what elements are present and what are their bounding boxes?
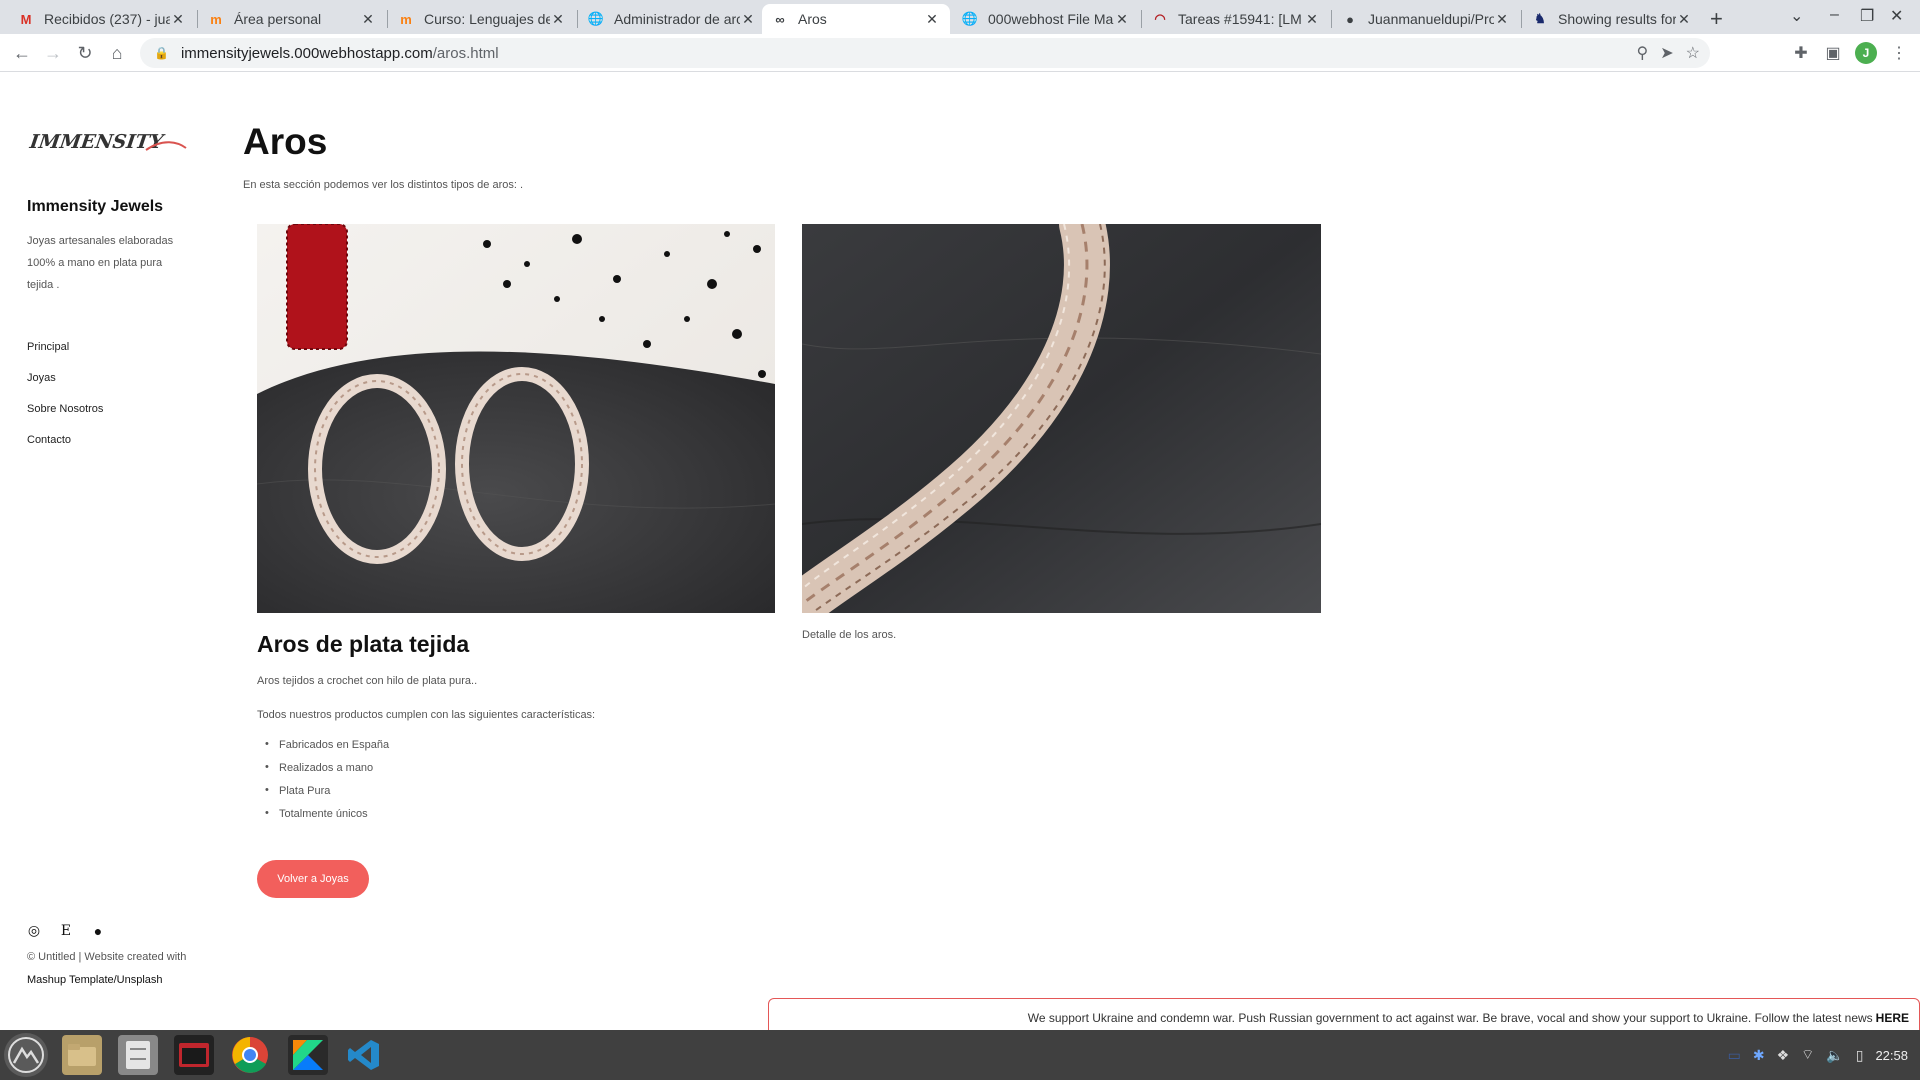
url-host: immensityjewels.000webhostapp.com [180,44,433,62]
list-item: Plata Pura [265,784,389,808]
close-tab-icon[interactable]: ✕ [170,11,186,28]
site-title: Immensity Jewels [27,198,164,215]
social-links: ◎ E ● [27,922,105,939]
back-to-jewels-button[interactable]: Volver a Joyas [257,860,369,898]
footer-copyright: © Untitled | Website created with [27,951,187,963]
close-tab-icon[interactable]: ✕ [1304,11,1320,28]
instagram-icon[interactable]: ◎ [27,922,41,939]
close-tab-icon[interactable]: ✕ [1494,11,1510,28]
lock-icon: 🔒 [154,46,169,60]
gmail-icon: M [20,11,32,27]
send-icon[interactable]: ➤ [1660,43,1673,63]
wifi-icon[interactable]: ⌔ [1801,1046,1814,1064]
nav-sobre-nosotros[interactable]: Sobre Nosotros [27,402,103,433]
list-item: Totalmente únicos [265,807,389,831]
tab-showing-results[interactable]: ♞ Showing results for ✕ [1522,4,1702,34]
github-icon: ● [1346,11,1354,27]
nav-joyas[interactable]: Joyas [27,371,103,402]
browser-tab-bar: M Recibidos (237) - jua ✕ m Área persona… [0,0,1920,34]
browser-toolbar: ← → ↻ ⌂ 🔒 immensityjewels.000webhostapp.… [0,34,1920,72]
site-description: Joyas artesanales elaboradas 100% a mano… [27,235,174,291]
earrings-photo [257,224,775,613]
tab-tareas[interactable]: ◠ Tareas #15941: [LM ✕ [1142,4,1330,34]
extensions-icon[interactable]: ✚ [1790,42,1812,64]
battery-icon[interactable]: ▯ [1856,1047,1864,1064]
system-tray: ▭ ✱ ❖ ⌔ 🔈 ▯ 22:58 [1728,1030,1908,1080]
url-path: /aros.html [432,44,499,62]
site-logo[interactable]: IMMENSITY [27,128,188,158]
restore-icon[interactable]: ❐ [1860,6,1874,26]
list-item: Realizados a mano [265,761,389,785]
github-icon[interactable]: ● [91,923,105,939]
network-manager-icon[interactable]: ▭ [1728,1047,1741,1064]
file-cabinet-icon[interactable] [118,1035,158,1075]
tab-aros[interactable]: ∞ Aros ✕ [762,4,950,34]
earring-detail-photo [802,224,1321,613]
link-icon: ∞ [775,11,785,27]
stackoverflow-icon: ♞ [1534,11,1546,26]
bookmark-star-icon[interactable]: ☆ [1686,43,1700,63]
tab-search-icon[interactable]: ⌄ [1790,6,1803,26]
clock[interactable]: 22:58 [1875,1048,1908,1063]
volume-icon[interactable]: 🔈 [1826,1047,1843,1064]
close-tab-icon[interactable]: ✕ [550,11,566,28]
product-description: Aros tejidos a crochet con hilo de plata… [257,675,478,687]
close-tab-icon[interactable]: ✕ [924,11,940,28]
os-taskbar: ▭ ✱ ❖ ⌔ 🔈 ▯ 22:58 [0,1030,1920,1080]
minimize-icon[interactable]: – [1830,6,1839,24]
side-panel-icon[interactable]: ▣ [1822,42,1844,64]
tab-file-manager[interactable]: 🌐 000webhost File Mar ✕ [952,4,1140,34]
kotlin-ide-icon[interactable] [288,1035,328,1075]
list-item: Fabricados en España [265,738,389,762]
menu-kebab-icon[interactable]: ⋮ [1888,42,1910,64]
features-list: Fabricados en España Realizados a mano P… [265,738,389,831]
dropbox-icon[interactable]: ❖ [1777,1047,1790,1064]
ukraine-banner: We support Ukraine and condemn war. Push… [768,998,1920,1030]
start-menu-icon[interactable] [4,1033,48,1077]
new-tab-icon[interactable]: + [1710,6,1723,32]
product-title: Aros de plata tejida [257,631,470,657]
close-tab-icon[interactable]: ✕ [740,11,756,28]
close-window-icon[interactable]: ✕ [1890,6,1903,26]
nav-contacto[interactable]: Contacto [27,433,103,464]
chrome-icon[interactable] [230,1035,270,1075]
web-page: IMMENSITY Immensity Jewels Joyas artesan… [0,72,1920,1030]
banner-text: We support Ukraine and condemn war. Push… [1027,1011,1873,1025]
features-intro: Todos nuestros productos cumplen con las… [257,709,596,721]
tab-github[interactable]: ● Juanmanueldupi/Pro ✕ [1332,4,1520,34]
reload-icon[interactable]: ↻ [73,41,97,65]
profile-avatar[interactable]: J [1855,42,1877,64]
vscode-icon[interactable] [344,1035,384,1075]
zoom-icon[interactable]: ⚲ [1637,43,1649,63]
terminal-icon[interactable] [174,1035,214,1075]
globe-icon: 🌐 [587,11,605,26]
forward-icon[interactable]: → [41,41,65,65]
photo-caption: Detalle de los aros. [802,629,897,641]
close-tab-icon[interactable]: ✕ [1114,11,1130,28]
home-icon[interactable]: ⌂ [105,41,129,65]
page-title: Aros [243,121,328,162]
banner-link[interactable]: HERE [1876,1011,1909,1025]
globe-icon: 🌐 [961,11,979,26]
bluetooth-icon[interactable]: ✱ [1753,1047,1765,1064]
close-tab-icon[interactable]: ✕ [360,11,376,28]
tab-gmail[interactable]: M Recibidos (237) - jua ✕ [8,4,196,34]
file-manager-icon[interactable] [62,1035,102,1075]
redmine-icon: ◠ [1154,11,1166,26]
nav-principal[interactable]: Principal [27,340,103,371]
intro-text: En esta sección podemos ver los distinto… [243,179,524,191]
back-icon[interactable]: ← [10,41,34,65]
address-bar[interactable]: 🔒 immensityjewels.000webhostapp.com/aros… [140,38,1710,68]
close-tab-icon[interactable]: ✕ [1676,11,1692,28]
sidebar-nav: Principal Joyas Sobre Nosotros Contacto [27,340,103,464]
tab-administrador[interactable]: 🌐 Administrador de arc ✕ [578,4,766,34]
tab-curso[interactable]: m Curso: Lenguajes de ✕ [388,4,576,34]
tab-area-personal[interactable]: m Área personal ✕ [198,4,386,34]
moodle-icon: m [210,11,222,27]
moodle-icon: m [400,11,412,27]
etsy-icon[interactable]: E [59,923,73,939]
footer-credits-link[interactable]: Mashup Template/Unsplash [27,974,163,986]
